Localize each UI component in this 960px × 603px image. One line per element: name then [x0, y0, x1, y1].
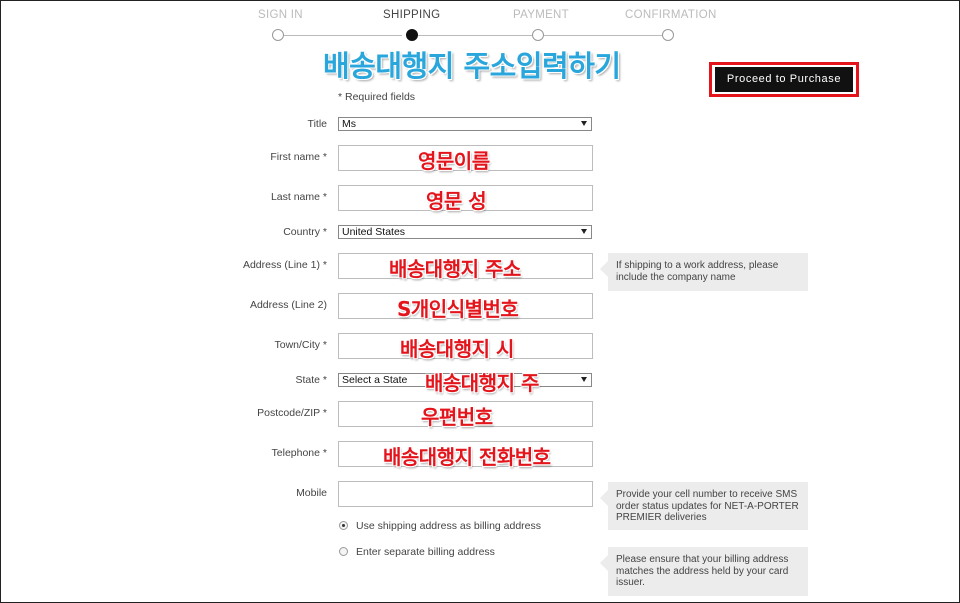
first-name-annotation: 영문이름	[418, 149, 490, 173]
state-label: State *	[295, 374, 327, 386]
mobile-hint: Provide your cell number to receive SMS …	[600, 482, 808, 530]
title-label: Title	[307, 118, 327, 130]
step-shipping-dot	[406, 29, 418, 41]
country-select-value: United States	[342, 226, 406, 238]
use-shipping-address-radio[interactable]	[339, 521, 348, 530]
first-name-label: First name *	[270, 151, 327, 163]
address-line1-annotation: 배송대행지 주소	[389, 257, 521, 281]
step-sign-in-dot	[272, 29, 284, 41]
title-select[interactable]: Ms	[338, 117, 592, 131]
step-confirmation-dot	[662, 29, 674, 41]
state-annotation: 배송대행지 주	[425, 371, 539, 395]
last-name-annotation: 영문 성	[426, 189, 487, 213]
step-sign-in-label[interactable]: SIGN IN	[258, 9, 303, 21]
country-select[interactable]: United States	[338, 225, 592, 239]
chevron-down-icon	[581, 377, 587, 382]
separate-billing-address-radio[interactable]	[339, 547, 348, 556]
state-select-value: Select a State	[342, 374, 408, 386]
billing-hint: Please ensure that your billing address …	[600, 547, 808, 596]
chevron-down-icon	[581, 121, 587, 126]
last-name-label: Last name *	[270, 191, 327, 203]
step-payment-dot	[532, 29, 544, 41]
separate-billing-address-label[interactable]: Enter separate billing address	[356, 546, 495, 558]
postcode-label: Postcode/ZIP *	[257, 407, 327, 419]
step-payment-label: PAYMENT	[513, 9, 569, 21]
step-shipping-label: SHIPPING	[383, 9, 441, 21]
progress-line	[544, 35, 662, 36]
mobile-input[interactable]	[338, 481, 593, 507]
page-heading-annotation: 배송대행지 주소입력하기	[323, 49, 621, 83]
checkout-page: SIGN IN SHIPPING PAYMENT CONFIRMATION 배송…	[0, 0, 960, 603]
use-shipping-address-label[interactable]: Use shipping address as billing address	[356, 520, 541, 532]
mobile-label: Mobile	[296, 487, 327, 499]
step-confirmation-label: CONFIRMATION	[625, 9, 717, 21]
telephone-annotation: 배송대행지 전화번호	[383, 445, 551, 469]
town-city-label: Town/City *	[274, 339, 327, 351]
postcode-annotation: 우편번호	[421, 405, 493, 429]
progress-line	[284, 35, 402, 36]
address-hint: If shipping to a work address, please in…	[600, 253, 808, 291]
proceed-to-purchase-button[interactable]: Proceed to Purchase	[715, 67, 853, 92]
title-select-value: Ms	[342, 118, 356, 130]
progress-line	[418, 35, 532, 36]
address-line2-annotation: S개인식별번호	[397, 297, 519, 321]
address-line1-label: Address (Line 1) *	[242, 259, 327, 271]
required-fields-note: * Required fields	[338, 91, 416, 103]
country-label: Country *	[283, 226, 327, 238]
address-line2-label: Address (Line 2)	[249, 299, 327, 311]
chevron-down-icon	[581, 229, 587, 234]
telephone-label: Telephone *	[271, 447, 327, 459]
town-city-annotation: 배송대행지 시	[400, 337, 514, 361]
